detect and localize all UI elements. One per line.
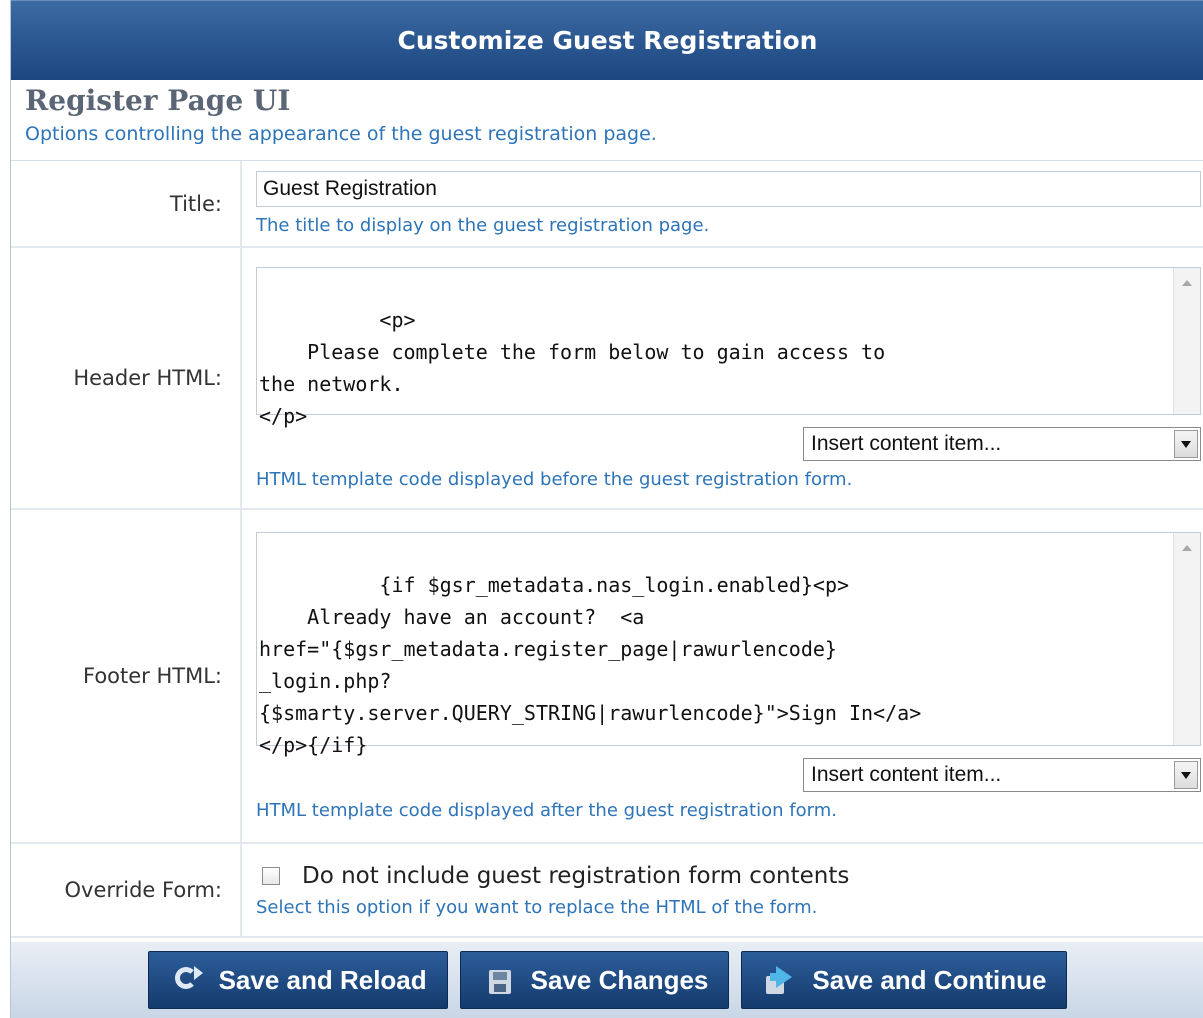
override-form-label: Override Form: [11,843,242,938]
save-changes-button[interactable]: Save Changes [459,951,730,1009]
section-title: Register Page UI [25,84,291,117]
header-insert-content-select[interactable]: Insert content item... [803,426,1201,461]
save-and-continue-label: Save and Continue [812,964,1047,995]
footer-html-code: {if $gsr_metadata.nas_login.enabled}<p> … [259,572,922,757]
footer-html-label: Footer HTML: [11,509,242,844]
header-html-textarea[interactable]: <p> Please complete the form below to ga… [256,266,1201,428]
chevron-down-icon[interactable] [1174,429,1198,458]
registration-form-table: Title: Guest Registration The title to d… [11,161,1203,938]
save-and-reload-label: Save and Reload [218,964,427,995]
header-html-hint: HTML template code displayed before the … [256,468,853,490]
reload-icon [171,964,203,996]
override-form-checkbox-label[interactable]: Do not include guest registration form c… [302,863,849,889]
footer-html-hint: HTML template code displayed after the g… [256,799,837,821]
section-header: Register Page UI Options controlling the… [11,80,1203,161]
footer-html-textarea[interactable]: {if $gsr_metadata.nas_login.enabled}<p> … [256,531,1201,757]
customize-guest-registration-panel: Customize Guest Registration Register Pa… [10,0,1203,1018]
header-html-row: Header HTML: <p> Please complete the for… [11,247,1203,510]
header-html-label: Header HTML: [11,247,242,510]
title-hint: The title to display on the guest regist… [256,215,710,236]
title-input[interactable]: Guest Registration [256,171,1201,207]
footer-insert-content-value: Insert content item... [811,762,1002,786]
override-form-row: Override Form: Do not include guest regi… [11,843,1203,938]
scroll-up-arrow-icon[interactable] [1182,544,1192,551]
override-form-hint: Select this option if you want to replac… [256,896,818,918]
header-insert-content-value: Insert content item... [811,431,1002,455]
save-and-reload-button[interactable]: Save and Reload [147,951,448,1009]
save-continue-icon [764,964,796,996]
button-bar: Save and Reload Save Changes Save and Co… [11,942,1203,1018]
override-form-checkbox[interactable] [262,866,280,885]
panel-title: Customize Guest Registration [11,0,1203,80]
section-description: Options controlling the appearance of th… [25,123,657,145]
save-icon [483,964,515,996]
save-and-continue-button[interactable]: Save and Continue [741,951,1068,1009]
header-html-scrollbar[interactable] [1173,267,1200,414]
footer-insert-content-select[interactable]: Insert content item... [803,757,1201,792]
scroll-up-arrow-icon[interactable] [1182,279,1192,286]
header-html-code: <p> Please complete the form below to ga… [259,307,886,428]
save-changes-label: Save Changes [530,964,709,995]
chevron-down-icon[interactable] [1174,760,1198,789]
footer-html-scrollbar[interactable] [1173,532,1200,745]
title-label: Title: [11,161,242,248]
footer-html-row: Footer HTML: {if $gsr_metadata.nas_login… [11,509,1203,844]
title-row: Title: Guest Registration The title to d… [11,161,1203,248]
